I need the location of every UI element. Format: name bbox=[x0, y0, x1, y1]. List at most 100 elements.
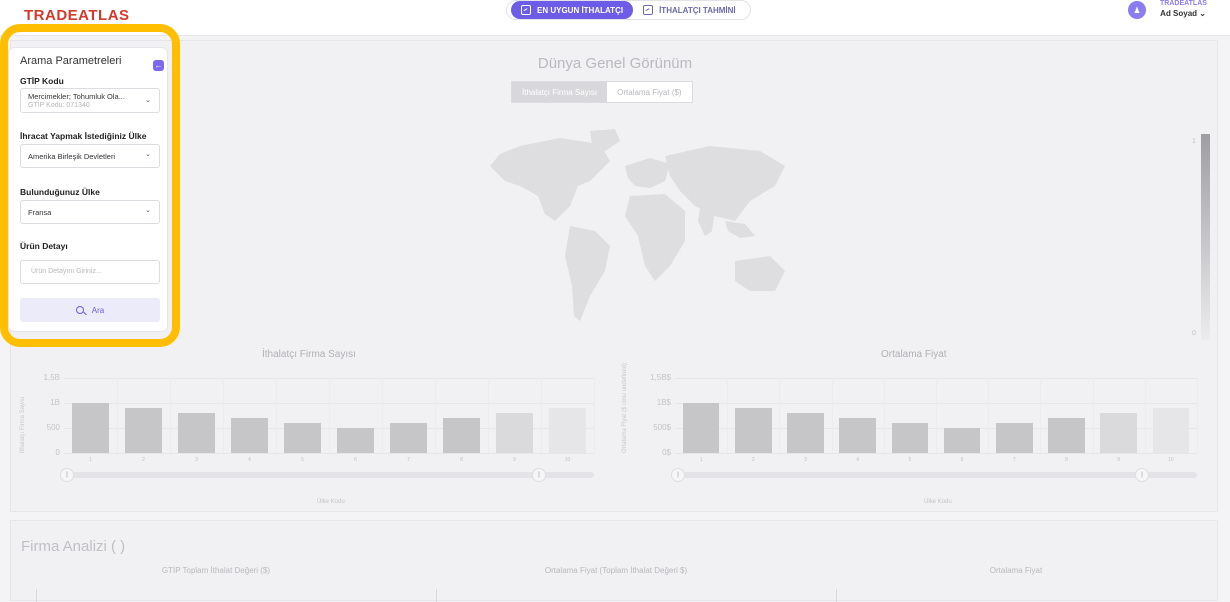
column-divider bbox=[836, 589, 837, 602]
y-tick-label: 1B bbox=[50, 398, 60, 407]
x-tick-label: 2 bbox=[142, 457, 145, 463]
range-slider[interactable] bbox=[64, 472, 594, 478]
collapse-arrow-icon[interactable]: ← bbox=[153, 60, 164, 71]
chevron-down-icon: ⌄ bbox=[145, 207, 151, 214]
southeast-asia bbox=[725, 221, 755, 238]
y-tick-label: 0$ bbox=[662, 448, 671, 457]
scale-max: 1 bbox=[1192, 138, 1196, 145]
y-tick-label: 0 bbox=[55, 448, 60, 457]
product-detail-label: Ürün Detayı bbox=[20, 241, 68, 251]
bar[interactable] bbox=[891, 423, 929, 453]
bar[interactable] bbox=[71, 403, 110, 453]
top-bar: TRADEATLAS EN UYGUN İTHALATÇI İTHALATÇI … bbox=[0, 0, 1230, 36]
column-header: GTİP Toplam İthalat Değeri ($) bbox=[161, 566, 271, 575]
slider-handle-end[interactable]: || bbox=[532, 468, 546, 482]
bar[interactable] bbox=[996, 423, 1033, 453]
bar[interactable] bbox=[839, 418, 876, 453]
export-country-label: İhracat Yapmak İstediğiniz Ülke bbox=[20, 131, 147, 141]
bar[interactable] bbox=[442, 418, 481, 453]
tradeatlas-logo[interactable]: TRADEATLAS bbox=[24, 7, 130, 24]
column-header: Ortalama Fiyat bbox=[989, 566, 1043, 575]
gridline bbox=[64, 453, 594, 454]
gridline bbox=[675, 453, 1197, 454]
product-detail-input[interactable]: Ürün Detayını Giriniz... bbox=[20, 260, 160, 284]
vertical-gridline bbox=[779, 378, 781, 453]
vertical-gridline bbox=[170, 378, 171, 453]
south-america bbox=[565, 226, 610, 321]
search-button[interactable]: Ara bbox=[20, 298, 160, 322]
vertical-gridline bbox=[276, 378, 277, 453]
toggle-average-price[interactable]: Ortalama Fiyat ($) bbox=[607, 82, 691, 102]
slider-handle-start[interactable]: || bbox=[60, 468, 74, 482]
bar[interactable] bbox=[682, 403, 720, 453]
x-tick-label: 6 bbox=[354, 457, 357, 463]
range-slider[interactable] bbox=[675, 472, 1197, 478]
user-avatar-icon[interactable]: ♟ bbox=[1128, 1, 1146, 19]
chart-title-importers: İthalatçı Firma Sayısı bbox=[262, 349, 356, 360]
panel-title: Arama Parametreleri bbox=[20, 55, 122, 67]
bar[interactable] bbox=[177, 413, 216, 453]
vertical-gridline bbox=[831, 378, 833, 453]
user-menu[interactable]: TRADEATLAS Ad Soyad ⌄ bbox=[1160, 0, 1207, 18]
world-map[interactable] bbox=[450, 126, 800, 341]
bar[interactable] bbox=[230, 418, 269, 453]
column-divider bbox=[436, 589, 437, 602]
australia bbox=[735, 256, 785, 291]
x-tick-label: 10 bbox=[1168, 457, 1174, 463]
bar[interactable] bbox=[787, 413, 824, 453]
bar[interactable] bbox=[389, 423, 428, 453]
bar[interactable] bbox=[548, 408, 587, 453]
chevron-down-icon: ⌄ bbox=[145, 151, 151, 158]
vertical-gridline bbox=[988, 378, 990, 453]
gtip-label: GTİP Kodu bbox=[20, 76, 64, 86]
bar[interactable] bbox=[336, 428, 375, 453]
bar[interactable] bbox=[735, 408, 772, 453]
vertical-gridline bbox=[1144, 378, 1146, 453]
x-tick-label: 8 bbox=[1065, 457, 1068, 463]
x-tick-label: 2 bbox=[751, 457, 755, 463]
tab-en-uygun-ithalatci[interactable]: EN UYGUN İTHALATÇI bbox=[511, 1, 634, 19]
location-country-select[interactable]: Fransa ⌄ bbox=[20, 200, 160, 224]
mode-tabs: EN UYGUN İTHALATÇI İTHALATÇI TAHMİNİ bbox=[506, 0, 751, 20]
x-tick-label: 8 bbox=[460, 457, 463, 463]
slider-handle-end[interactable]: || bbox=[1135, 468, 1149, 482]
metric-toggle: İthalatçı Firma Sayısı Ortalama Fiyat ($… bbox=[511, 81, 693, 103]
location-country-value: Fransa bbox=[28, 208, 52, 217]
slider-handle-start[interactable]: || bbox=[671, 468, 685, 482]
bar[interactable] bbox=[124, 408, 163, 453]
x-axis-label: Ülke Kodu bbox=[317, 499, 345, 505]
search-parameters-panel: Arama Parametreleri ← GTİP Kodu Mercimek… bbox=[8, 47, 168, 332]
vertical-gridline bbox=[541, 378, 542, 453]
vertical-gridline bbox=[329, 378, 330, 453]
y-axis-label: Ortalama Fiyat ($ cinsi undefined) bbox=[622, 362, 628, 453]
gtip-select[interactable]: Mercimekler; Tohumluk Ola... GTİP Kodu: … bbox=[20, 88, 160, 113]
search-icon bbox=[75, 306, 84, 314]
bar[interactable] bbox=[1048, 418, 1085, 453]
x-tick-label: 5 bbox=[908, 457, 912, 463]
export-country-select[interactable]: Amerika Birleşik Devletleri ⌄ bbox=[20, 144, 160, 168]
bar[interactable] bbox=[943, 428, 981, 453]
tab-label: İTHALATÇI TAHMİNİ bbox=[659, 5, 736, 15]
gtip-code: GTİP Kodu: 071340 bbox=[28, 102, 90, 109]
bar[interactable] bbox=[1152, 408, 1190, 453]
x-tick-label: 1 bbox=[89, 457, 92, 463]
user-company: TRADEATLAS bbox=[1160, 0, 1207, 7]
vertical-gridline bbox=[382, 378, 383, 453]
x-tick-label: 3 bbox=[804, 457, 807, 463]
chart-icon bbox=[521, 5, 531, 15]
chart-title-avg-price: Ortalama Fiyat bbox=[881, 349, 947, 360]
x-axis-label: Ülke Kodu bbox=[924, 499, 952, 505]
toggle-importer-count[interactable]: İthalatçı Firma Sayısı bbox=[512, 82, 608, 102]
bar[interactable] bbox=[495, 413, 534, 453]
vertical-gridline bbox=[1092, 378, 1094, 453]
vertical-gridline bbox=[1040, 378, 1042, 453]
chevron-down-icon: ⌄ bbox=[145, 97, 151, 104]
scale-min: 0 bbox=[1192, 330, 1196, 337]
vertical-gridline bbox=[117, 378, 118, 453]
bar[interactable] bbox=[283, 423, 322, 453]
y-tick-label: 500 bbox=[46, 423, 60, 432]
bar[interactable] bbox=[1100, 413, 1137, 453]
tab-ithalatci-tahmini[interactable]: İTHALATÇI TAHMİNİ bbox=[633, 1, 746, 19]
chart-icon bbox=[643, 5, 654, 15]
x-tick-label: 4 bbox=[856, 457, 860, 463]
